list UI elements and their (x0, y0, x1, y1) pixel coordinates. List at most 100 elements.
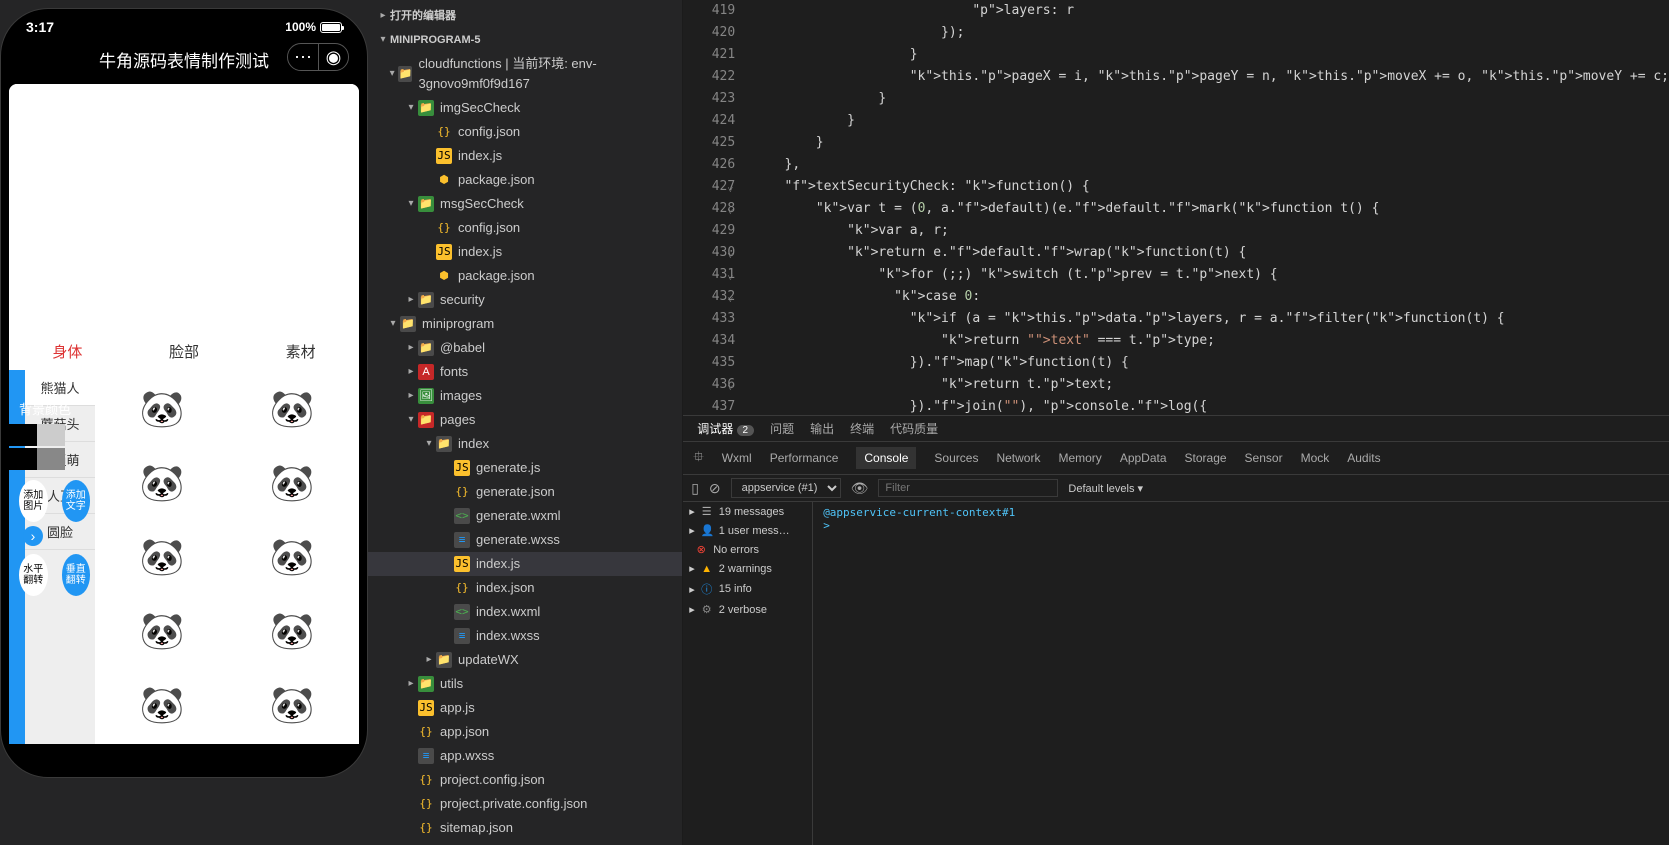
filter-input[interactable] (878, 479, 1058, 497)
folder-security[interactable]: ▸📁security (368, 288, 682, 312)
clear-console-icon[interactable]: ⊘ (709, 480, 721, 497)
chevron-right-icon[interactable]: › (23, 526, 43, 546)
sticker-thumb[interactable]: 🐼 (99, 448, 225, 518)
folder-utils[interactable]: ▸📁utils (368, 672, 682, 696)
swatch-gray[interactable] (37, 448, 65, 470)
tab-output[interactable]: 输出 (810, 420, 834, 437)
msg-info[interactable]: ▸ⓘ15 info (683, 578, 812, 600)
section-project[interactable]: ▾MINIPROGRAM-5 (368, 28, 682, 52)
sticker-thumb[interactable]: 🐼 (99, 596, 225, 666)
folder-msgseccheck[interactable]: ▾📁msgSecCheck (368, 192, 682, 216)
phone-frame: 3:17 100% 牛角源码表情制作测试 ⋯ ◉ 身体 脸部 素材 (0, 8, 368, 778)
folder-images[interactable]: ▸🖼images (368, 384, 682, 408)
levels-select[interactable]: Default levels ▾ (1068, 482, 1143, 495)
file-config-json[interactable]: {}config.json (368, 120, 682, 144)
sticker-thumb[interactable]: 🐼 (99, 670, 225, 740)
file-generate-js[interactable]: JSgenerate.js (368, 456, 682, 480)
console-toolbar: ▯ ⊘ appservice (#1) 👁 Default levels ▾ (683, 475, 1669, 502)
tab-debugger[interactable]: 调试器 2 (697, 420, 754, 437)
tab-storage[interactable]: Storage (1185, 451, 1227, 465)
tab-problems[interactable]: 问题 (770, 420, 794, 437)
sidebar-toggle-icon[interactable]: ▯ (691, 480, 699, 497)
sticker-thumb[interactable]: 🐼 (99, 522, 225, 592)
file-eslintrc[interactable]: ◉.eslintrc.js (368, 840, 682, 845)
msg-user[interactable]: ▸👤1 user mess… (683, 521, 812, 540)
add-image-button[interactable]: 添加 图片 (19, 480, 48, 522)
file-app-json[interactable]: {}app.json (368, 720, 682, 744)
tab-memory[interactable]: Memory (1058, 451, 1101, 465)
tab-material[interactable]: 素材 (286, 341, 316, 362)
folder-cloudfunctions[interactable]: ▾📁cloudfunctions | 当前环境: env-3gnovo9mf0f… (368, 52, 682, 96)
flip-v-button[interactable]: 垂直 翻转 (62, 554, 91, 596)
folder-miniprogram[interactable]: ▾📁miniprogram (368, 312, 682, 336)
folder-updatewx[interactable]: ▸📁updateWX (368, 648, 682, 672)
tab-face[interactable]: 脸部 (169, 341, 199, 362)
tab-body[interactable]: 身体 (52, 341, 82, 362)
sticker-thumb[interactable]: 🐼 (99, 374, 225, 444)
folder-index[interactable]: ▾📁index (368, 432, 682, 456)
msg-warnings[interactable]: ▸▲2 warnings (683, 559, 812, 578)
code-editor[interactable]: 419420421422423424425426427˅428˅429430˅4… (683, 0, 1669, 415)
canvas-area[interactable] (9, 84, 359, 333)
console-output[interactable]: @appservice-current-context#1 > (813, 502, 1669, 845)
file-index-js[interactable]: JSindex.js (368, 144, 682, 168)
file-generate-json[interactable]: {}generate.json (368, 480, 682, 504)
swatch-black[interactable] (9, 448, 37, 470)
capsule-close-icon[interactable]: ◉ (318, 44, 348, 70)
sticker-thumb[interactable]: 🐼 (229, 448, 355, 518)
sticker-thumb[interactable]: 🐼 (229, 596, 355, 666)
swatch-black[interactable] (9, 424, 37, 446)
console-prompt[interactable]: > (823, 519, 1659, 532)
tab-wxml[interactable]: Wxml (722, 451, 752, 465)
folder-pages[interactable]: ▾📁pages (368, 408, 682, 432)
file-project-config[interactable]: {}project.config.json (368, 768, 682, 792)
tab-sources[interactable]: Sources (934, 451, 978, 465)
tab-appdata[interactable]: AppData (1120, 451, 1167, 465)
file-index-wxml[interactable]: <>index.wxml (368, 600, 682, 624)
add-text-button[interactable]: 添加 文字 (62, 480, 91, 522)
context-select[interactable]: appservice (#1) (731, 478, 841, 498)
msg-all[interactable]: ▸☰19 messages (683, 502, 812, 521)
tab-terminal[interactable]: 终端 (850, 420, 874, 437)
tab-network[interactable]: Network (996, 451, 1040, 465)
inspect-icon[interactable]: ⯐ (693, 446, 704, 470)
debugger-panel: 调试器 2 问题 输出 终端 代码质量 ⯐ Wxml Performance C… (683, 415, 1669, 845)
file-package-json[interactable]: ⬢package.json (368, 168, 682, 192)
status-time: 3:17 (26, 19, 54, 35)
tab-audits[interactable]: Audits (1347, 451, 1380, 465)
tab-mock[interactable]: Mock (1301, 451, 1330, 465)
tab-performance[interactable]: Performance (770, 451, 839, 465)
code-area[interactable]: "p">layers: r }); } "k">this."p">pageX =… (753, 0, 1669, 415)
file-config-json[interactable]: {}config.json (368, 216, 682, 240)
file-index-js[interactable]: JSindex.js (368, 240, 682, 264)
swatch-light[interactable] (37, 424, 65, 446)
file-app-js[interactable]: JSapp.js (368, 696, 682, 720)
file-project-private[interactable]: {}project.private.config.json (368, 792, 682, 816)
file-sitemap[interactable]: {}sitemap.json (368, 816, 682, 840)
flip-h-button[interactable]: 水平 翻转 (19, 554, 48, 596)
file-index-json[interactable]: {}index.json (368, 576, 682, 600)
file-package-json[interactable]: ⬢package.json (368, 264, 682, 288)
file-generate-wxss[interactable]: ≡generate.wxss (368, 528, 682, 552)
sticker-thumb[interactable]: 🐼 (229, 374, 355, 444)
msg-verbose[interactable]: ▸⚙2 verbose (683, 600, 812, 619)
file-generate-wxml[interactable]: <>generate.wxml (368, 504, 682, 528)
section-editors[interactable]: ▸打开的编辑器 (368, 4, 682, 28)
sticker-thumb[interactable]: 🐼 (229, 522, 355, 592)
file-index-wxss[interactable]: ≡index.wxss (368, 624, 682, 648)
folder-fonts[interactable]: ▸Afonts (368, 360, 682, 384)
msg-errors[interactable]: ⊗No errors (683, 540, 812, 559)
tab-sensor[interactable]: Sensor (1245, 451, 1283, 465)
context-link[interactable]: @appservice-current-context#1 (823, 506, 1659, 519)
explorer-pane[interactable]: ▸打开的编辑器 ▾MINIPROGRAM-5 ▾📁cloudfunctions … (368, 0, 683, 845)
tab-console[interactable]: Console (856, 447, 916, 469)
eye-icon[interactable]: 👁 (851, 480, 869, 497)
capsule-more-icon[interactable]: ⋯ (288, 44, 318, 70)
file-index-js-selected[interactable]: JSindex.js (368, 552, 682, 576)
sticker-grid[interactable]: 🐼 🐼 🐼 🐼 🐼 🐼 🐼 🐼 🐼 🐼 (95, 370, 359, 744)
folder-babel[interactable]: ▸📁@babel (368, 336, 682, 360)
file-app-wxss[interactable]: ≡app.wxss (368, 744, 682, 768)
sticker-thumb[interactable]: 🐼 (229, 670, 355, 740)
folder-imgseccheck[interactable]: ▾📁imgSecCheck (368, 96, 682, 120)
tab-quality[interactable]: 代码质量 (890, 420, 938, 437)
